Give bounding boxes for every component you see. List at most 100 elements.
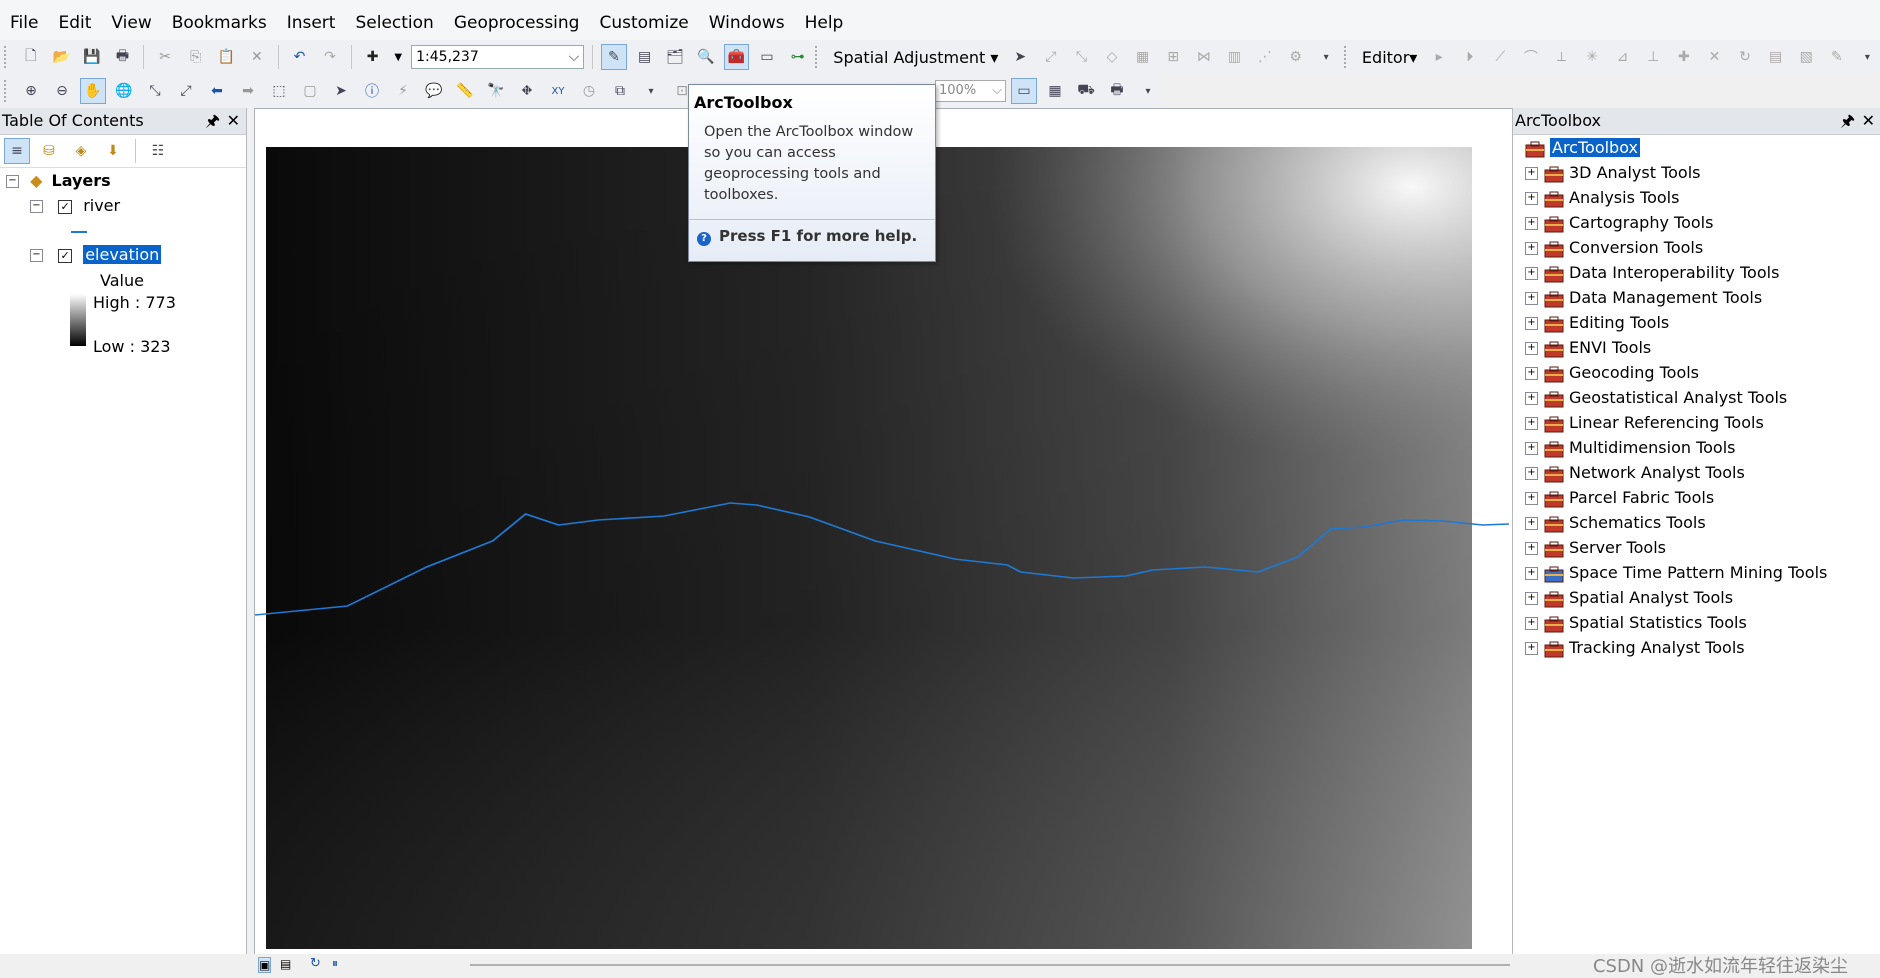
sketch-properties-icon[interactable]: ▧ bbox=[1793, 44, 1819, 70]
edit-vertices-icon[interactable]: ⊿ bbox=[1610, 44, 1636, 70]
layer-row-elevation[interactable]: − ✓ elevation bbox=[30, 244, 162, 266]
multi-displacement-icon[interactable]: ⊞ bbox=[1160, 44, 1186, 70]
point-icon[interactable]: ✳ bbox=[1579, 44, 1605, 70]
close-icon[interactable]: ✕ bbox=[1862, 108, 1875, 134]
close-icon[interactable]: ✕ bbox=[227, 108, 240, 134]
toolbox-item[interactable]: + Linear Referencing Tools bbox=[1525, 412, 1764, 434]
toolbox-item[interactable]: + Conversion Tools bbox=[1525, 237, 1703, 259]
view-link-table-icon[interactable]: ▦ bbox=[1130, 44, 1156, 70]
reshape-icon[interactable]: ⊥ bbox=[1640, 44, 1666, 70]
python-window-icon[interactable]: ▭ bbox=[754, 44, 780, 70]
add-data-dropdown-icon[interactable]: ▼ bbox=[390, 52, 406, 63]
fixed-zoom-in-icon[interactable]: ⤡ bbox=[142, 78, 168, 104]
toolbox-item[interactable]: +3D Analyst Tools bbox=[1525, 162, 1701, 184]
go-to-xy-icon[interactable]: XY bbox=[545, 78, 571, 104]
collapse-icon[interactable]: − bbox=[30, 200, 43, 213]
toolbox-item[interactable]: + ENVI Tools bbox=[1525, 337, 1651, 359]
toc-options-icon[interactable]: ☷ bbox=[145, 138, 171, 164]
fixed-zoom-out-icon[interactable]: ⤢ bbox=[173, 78, 199, 104]
rotate-icon[interactable]: ↻ bbox=[1732, 44, 1758, 70]
pan-icon[interactable]: ✋ bbox=[80, 78, 106, 104]
time-slider-icon[interactable]: ◷ bbox=[576, 78, 602, 104]
limited-adjustment-area-icon[interactable]: ◇ bbox=[1099, 44, 1125, 70]
editor-menu[interactable]: Editor▾ bbox=[1358, 48, 1421, 67]
toolbox-item[interactable]: + Editing Tools bbox=[1525, 312, 1669, 334]
toolbox-item[interactable]: + Geocoding Tools bbox=[1525, 362, 1699, 384]
straight-segment-icon[interactable]: ⟋ bbox=[1488, 44, 1514, 70]
toolbox-item[interactable]: + Data Management Tools bbox=[1525, 287, 1762, 309]
expand-icon[interactable]: + bbox=[1525, 442, 1538, 455]
clear-selection-icon[interactable]: ▢ bbox=[297, 78, 323, 104]
expand-icon[interactable]: + bbox=[1525, 217, 1538, 230]
layer-visibility-checkbox[interactable]: ✓ bbox=[58, 248, 73, 263]
go-back-icon[interactable]: ⬅ bbox=[204, 78, 230, 104]
expand-icon[interactable]: + bbox=[1525, 292, 1538, 305]
toolbar-grip[interactable] bbox=[815, 46, 821, 68]
toolbox-item[interactable]: + Spatial Analyst Tools bbox=[1525, 587, 1733, 609]
change-layout-icon[interactable]: ⛟ bbox=[1073, 78, 1099, 104]
expand-icon[interactable]: + bbox=[1525, 492, 1538, 505]
zoom-out-icon[interactable]: ⊖ bbox=[49, 78, 75, 104]
expand-icon[interactable]: + bbox=[1525, 167, 1538, 180]
toggle-draft-mode-icon[interactable]: ▭ bbox=[1011, 78, 1037, 104]
open-folder-icon[interactable]: 📂 bbox=[49, 44, 75, 70]
refresh-icon[interactable]: ↻ bbox=[310, 956, 321, 971]
redo-icon[interactable]: ↷ bbox=[317, 44, 343, 70]
edge-match-icon[interactable]: ⋰ bbox=[1252, 44, 1278, 70]
expand-icon[interactable]: + bbox=[1525, 467, 1538, 480]
toolbox-item[interactable]: + Data Interoperability Tools bbox=[1525, 262, 1779, 284]
go-forward-icon[interactable]: ➡ bbox=[235, 78, 261, 104]
trace-icon[interactable]: ⟂ bbox=[1549, 44, 1575, 70]
print-icon[interactable]: 🖶 bbox=[110, 44, 136, 70]
paste-icon[interactable]: 📋 bbox=[213, 44, 239, 70]
attribute-transfer-icon[interactable]: ▥ bbox=[1222, 44, 1248, 70]
expand-icon[interactable]: + bbox=[1525, 392, 1538, 405]
cut-polygons-icon[interactable]: ✚ bbox=[1671, 44, 1697, 70]
search-window-icon[interactable]: 🔍 bbox=[693, 44, 719, 70]
arctoolbox-icon[interactable]: 🧰 bbox=[723, 44, 750, 70]
toolbox-item[interactable]: + Space Time Pattern Mining Tools bbox=[1525, 562, 1827, 584]
toolbox-item[interactable]: + Analysis Tools bbox=[1525, 187, 1679, 209]
horizontal-scrollbar[interactable] bbox=[470, 964, 1510, 966]
list-by-source-icon[interactable]: ⛁ bbox=[36, 138, 62, 164]
editor-toolbar-icon[interactable]: ✎ bbox=[601, 44, 627, 70]
new-document-icon[interactable]: 🗋 bbox=[18, 44, 44, 70]
list-by-visibility-icon[interactable]: ◈ bbox=[68, 138, 94, 164]
collapse-icon[interactable]: − bbox=[6, 175, 19, 188]
expand-icon[interactable]: + bbox=[1525, 192, 1538, 205]
layer-visibility-checkbox[interactable]: ✓ bbox=[58, 199, 73, 214]
pause-drawing-icon[interactable]: ⏸ bbox=[332, 956, 338, 971]
model-builder-icon[interactable]: ⊶ bbox=[785, 44, 811, 70]
cut-icon[interactable]: ✂ bbox=[152, 44, 178, 70]
identify-icon[interactable]: ⓘ bbox=[359, 78, 385, 104]
layer-row-river[interactable]: − ✓ river bbox=[30, 195, 120, 217]
chevron-down-icon[interactable]: ⌵ bbox=[992, 81, 1002, 101]
expand-icon[interactable]: + bbox=[1525, 617, 1538, 630]
copy-icon[interactable]: ⎘ bbox=[183, 44, 209, 70]
pin-icon[interactable]: 🖈 bbox=[1840, 108, 1855, 134]
new-displacement-link-icon[interactable]: ⤢ bbox=[1038, 44, 1064, 70]
expand-icon[interactable]: + bbox=[1525, 342, 1538, 355]
save-icon[interactable]: 💾 bbox=[79, 44, 105, 70]
spatial-adjustment-menu[interactable]: Spatial Adjustment ▾ bbox=[829, 48, 1002, 67]
collapse-icon[interactable]: − bbox=[30, 249, 43, 262]
pin-icon[interactable]: 🖈 bbox=[205, 108, 220, 134]
toolbox-item[interactable]: + Network Analyst Tools bbox=[1525, 462, 1745, 484]
toolbox-item[interactable]: + Parcel Fabric Tools bbox=[1525, 487, 1714, 509]
toolbar-options-icon[interactable]: ▾ bbox=[1135, 78, 1161, 104]
toolbox-item[interactable]: + Geostatistical Analyst Tools bbox=[1525, 387, 1787, 409]
select-elements-icon[interactable]: ➤ bbox=[328, 78, 354, 104]
toolbar-grip[interactable] bbox=[4, 80, 10, 102]
table-of-contents-icon[interactable]: ▤ bbox=[632, 44, 658, 70]
expand-icon[interactable]: + bbox=[1525, 367, 1538, 380]
expand-icon[interactable]: + bbox=[1525, 242, 1538, 255]
find-icon[interactable]: 🔭 bbox=[483, 78, 509, 104]
expand-icon[interactable]: + bbox=[1525, 417, 1538, 430]
create-viewer-window-icon[interactable]: ⧉ bbox=[607, 78, 633, 104]
toolbox-item[interactable]: + Tracking Analyst Tools bbox=[1525, 637, 1745, 659]
layers-root[interactable]: − ◆ Layers bbox=[6, 170, 111, 192]
toolbox-item[interactable]: + Cartography Tools bbox=[1525, 212, 1713, 234]
toolbar-options-icon[interactable]: ▾ bbox=[1313, 44, 1339, 70]
focus-data-frame-icon[interactable]: ▦ bbox=[1042, 78, 1068, 104]
edit-tool-icon[interactable]: ▸ bbox=[1426, 44, 1452, 70]
